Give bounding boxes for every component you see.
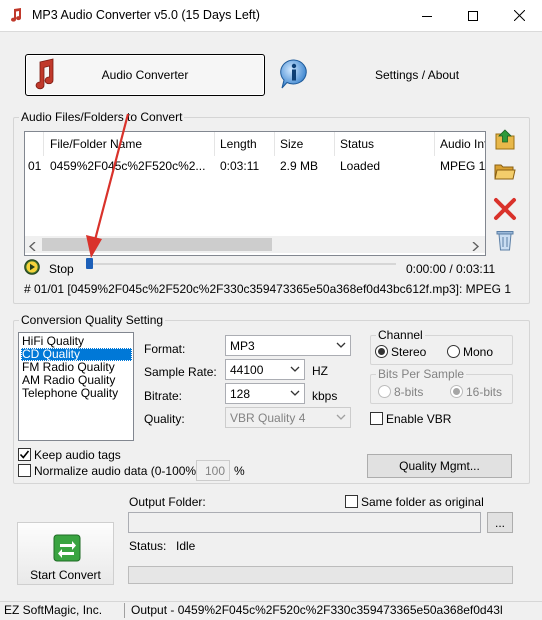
- play-icon[interactable]: [24, 259, 40, 275]
- normalize-input[interactable]: 100: [196, 460, 230, 481]
- stereo-label: Stereo: [391, 345, 427, 359]
- quality-value: VBR Quality 4: [230, 410, 306, 425]
- 16bit-radio[interactable]: [450, 385, 463, 398]
- 8bit-radio[interactable]: [378, 385, 391, 398]
- start-convert-button[interactable]: Start Convert: [17, 522, 114, 585]
- quality-mgmt-label: Quality Mgmt...: [399, 459, 480, 473]
- quality-preset-list[interactable]: HiFi Quality CD Quality FM Radio Quality AM…: [18, 332, 134, 441]
- format-value: MP3: [230, 338, 255, 353]
- sample-rate-value: 44100: [230, 362, 264, 377]
- annotation-arrow: [80, 110, 140, 270]
- music-note-icon: [8, 7, 24, 23]
- normalize-checkbox[interactable]: [18, 464, 31, 477]
- bits-title: Bits Per Sample: [376, 367, 467, 381]
- quality-select[interactable]: VBR Quality 4: [225, 407, 351, 428]
- stereo-radio[interactable]: [375, 345, 388, 358]
- same-folder-label: Same folder as original: [361, 495, 484, 509]
- minimize-icon: [422, 15, 432, 17]
- bitrate-label: Bitrate:: [144, 389, 183, 403]
- quality-group-title: Conversion Quality Setting: [19, 313, 166, 327]
- track-info: # 01/01 [0459%2F045c%2F520c%2F330c359473…: [24, 282, 512, 296]
- column-header-length[interactable]: Length: [215, 132, 275, 156]
- convert-progress-bar: [128, 566, 513, 584]
- statusbar-company: EZ SoftMagic, Inc.: [4, 603, 103, 617]
- player-state: Stop: [49, 262, 74, 276]
- scrollbar-thumb[interactable]: [42, 238, 272, 251]
- sample-rate-label: Sample Rate:: [144, 365, 217, 379]
- start-convert-label: Start Convert: [30, 568, 101, 582]
- chevron-down-icon: [336, 342, 346, 348]
- column-header-size[interactable]: Size: [275, 132, 335, 156]
- normalize-unit: %: [234, 464, 245, 478]
- 8bit-label: 8-bits: [394, 385, 424, 399]
- quality-mgmt-button[interactable]: Quality Mgmt...: [367, 454, 512, 478]
- close-icon: [513, 10, 525, 21]
- audio-converter-button[interactable]: Audio Converter: [25, 54, 265, 96]
- settings-about-link[interactable]: Settings / About: [375, 68, 459, 82]
- window-title: MP3 Audio Converter v5.0 (15 Days Left): [32, 8, 260, 22]
- format-select[interactable]: MP3: [225, 335, 351, 356]
- maximize-button[interactable]: [450, 0, 496, 31]
- bitrate-select[interactable]: 128: [225, 383, 305, 404]
- minimize-button[interactable]: [404, 0, 450, 31]
- status-value: Idle: [176, 539, 196, 553]
- chevron-down-icon: [290, 366, 300, 372]
- info-icon[interactable]: [278, 58, 310, 90]
- row-size: 2.9 MB: [280, 159, 319, 173]
- normalize-label: Normalize audio data (0-100%):: [34, 464, 204, 478]
- radio-dot: [378, 348, 385, 355]
- checkmark-icon: [19, 450, 30, 459]
- keep-tags-checkbox[interactable]: [18, 448, 31, 461]
- add-folder-icon[interactable]: [493, 158, 517, 182]
- sample-rate-select[interactable]: 44100: [225, 359, 305, 380]
- column-header-index[interactable]: [25, 132, 44, 156]
- same-folder-checkbox[interactable]: [345, 495, 358, 508]
- browse-label: ...: [494, 515, 505, 530]
- enable-vbr-checkbox[interactable]: [370, 412, 383, 425]
- chevron-down-icon: [290, 390, 300, 396]
- maximize-icon: [468, 10, 478, 21]
- keep-tags-label: Keep audio tags: [34, 448, 121, 462]
- channel-title: Channel: [376, 328, 425, 342]
- 16bit-label: 16-bits: [466, 385, 503, 399]
- normalize-value: 100: [204, 463, 225, 478]
- column-header-info[interactable]: Audio Info.: [435, 132, 485, 156]
- browse-button[interactable]: ...: [487, 512, 513, 533]
- quality-label: Quality:: [144, 412, 185, 426]
- close-button[interactable]: [496, 0, 542, 31]
- sample-rate-unit: HZ: [312, 364, 328, 378]
- bitrate-value: 128: [230, 386, 251, 401]
- row-status: Loaded: [340, 159, 381, 173]
- status-label: Status:: [129, 539, 167, 553]
- title-separator: [0, 31, 542, 32]
- bitrate-unit: kbps: [312, 389, 338, 403]
- convert-icon: [53, 534, 81, 562]
- add-file-icon[interactable]: [493, 128, 517, 152]
- mono-label: Mono: [463, 345, 494, 359]
- quality-preset-item[interactable]: Telephone Quality: [21, 387, 118, 400]
- output-folder-input[interactable]: [128, 512, 481, 533]
- format-label: Format:: [144, 342, 186, 356]
- player-time: 0:00:00 / 0:03:11: [406, 262, 496, 276]
- scroll-left-icon[interactable]: [28, 240, 37, 254]
- output-folder-label: Output Folder:: [129, 495, 206, 509]
- statusbar-divider: [124, 603, 125, 618]
- statusbar-output: Output - 0459%2F045c%2F520c%2F330c359473…: [131, 603, 503, 617]
- row-index: 01: [28, 159, 42, 173]
- mono-radio[interactable]: [447, 345, 460, 358]
- clear-list-icon[interactable]: [493, 228, 517, 252]
- column-header-status[interactable]: Status: [335, 132, 435, 156]
- music-note-icon: [35, 58, 57, 90]
- radio-dot: [453, 388, 460, 395]
- scroll-right-icon[interactable]: [472, 240, 480, 254]
- enable-vbr-label: Enable VBR: [386, 412, 452, 426]
- remove-icon[interactable]: [493, 197, 517, 221]
- audio-converter-label: Audio Converter: [101, 68, 189, 82]
- row-info: MPEG 1.0 La: [440, 159, 486, 173]
- chevron-down-icon: [336, 414, 346, 420]
- row-length: 0:03:11: [220, 159, 260, 173]
